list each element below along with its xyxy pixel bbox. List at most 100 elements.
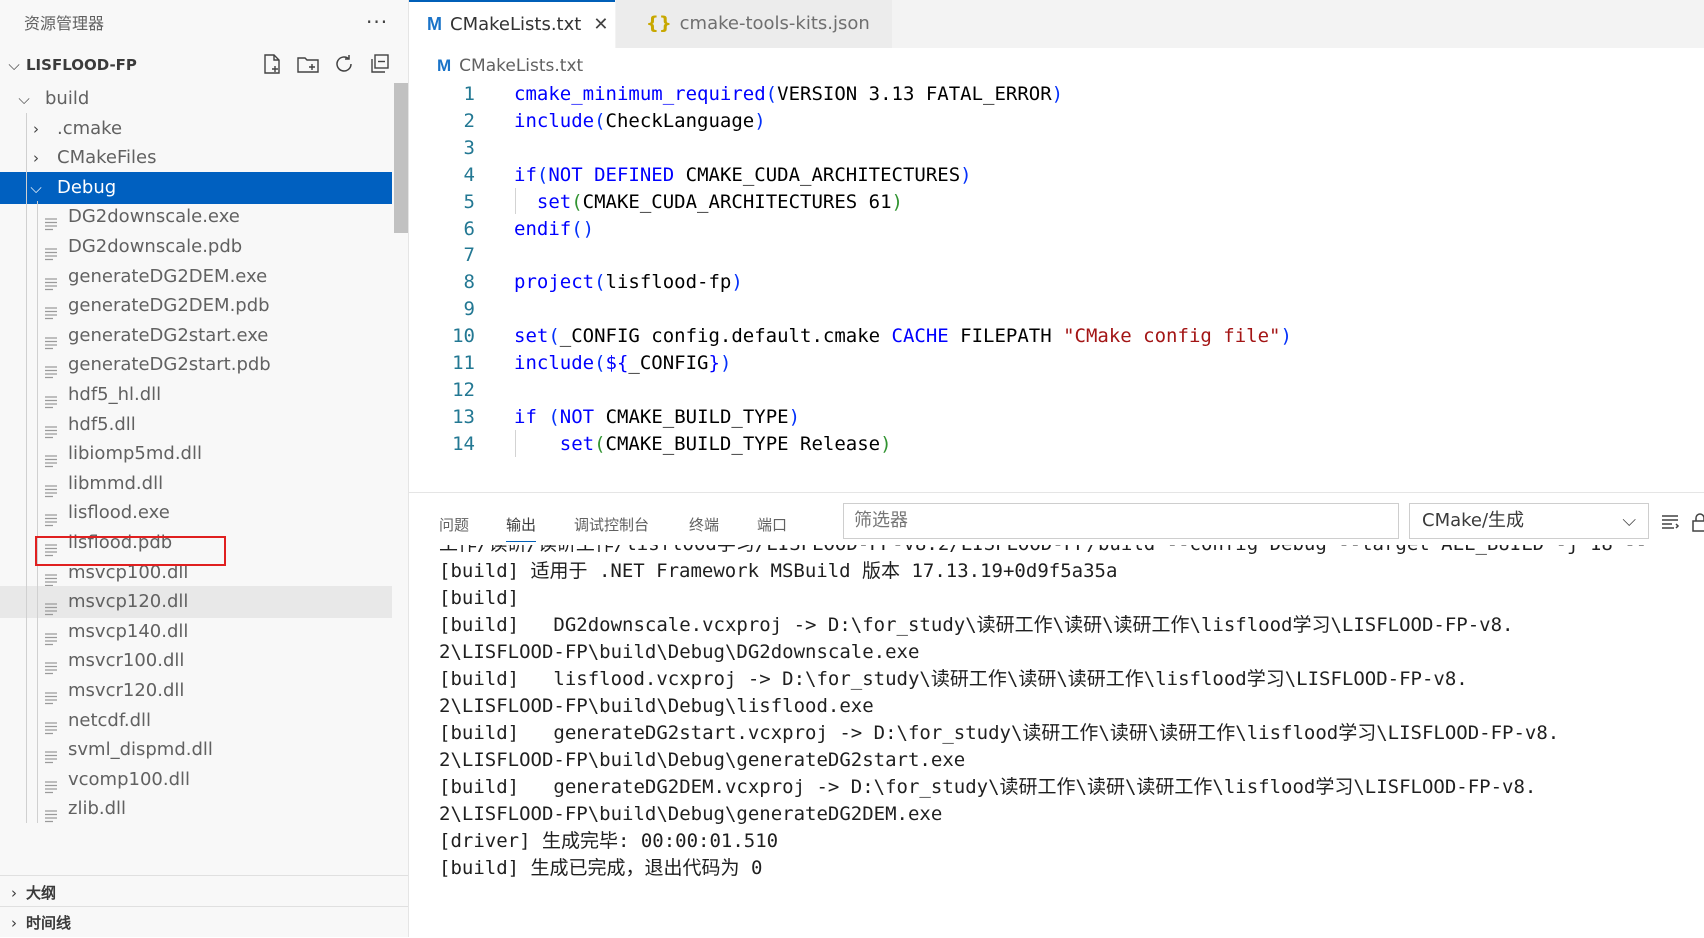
tree-item-label: svml_dispmd.dll — [68, 739, 213, 761]
sidebar-scrollbar[interactable] — [394, 83, 408, 233]
tree-item-label: msvcr100.dll — [68, 650, 185, 672]
cmake-file-icon: M — [437, 56, 452, 75]
outline-section-header[interactable]: › 大纲 — [0, 877, 408, 909]
new-file-icon[interactable] — [260, 52, 286, 78]
file-lines-icon — [44, 299, 58, 320]
tree-file-item[interactable]: lisflood.exe — [0, 497, 392, 529]
output-line: [build] lisflood.vcxproj -> D:\for_study… — [439, 668, 1468, 690]
tree-file-item[interactable]: zlib.dll — [0, 793, 392, 825]
line-number: 6 — [463, 217, 475, 240]
output-line: 2\LISFLOOD-FP\build\Debug\lisflood.exe — [439, 695, 874, 717]
code-line: 13 if (NOT CMAKE_BUILD_TYPE) — [409, 403, 1704, 432]
output-channel-select[interactable]: CMake/生成 ⌵ — [1409, 503, 1649, 539]
tree-file-item[interactable]: hdf5_hl.dll — [0, 379, 392, 411]
output-line: [build] 适用于 .NET Framework MSBuild 版本 17… — [439, 560, 1118, 582]
code-line: 6 endif() — [409, 215, 1704, 244]
file-lines-icon — [44, 506, 58, 527]
tab-label: CMakeLists.txt — [450, 14, 582, 35]
tree-item-label: generateDG2start.pdb — [68, 354, 271, 376]
file-lines-icon — [44, 743, 58, 764]
line-number: 7 — [463, 244, 475, 267]
code-editor[interactable]: 1 cmake_minimum_required(VERSION 3.13 FAT… — [409, 80, 1704, 492]
output-line: [driver] 生成完毕: 00:00:01.510 — [439, 830, 779, 852]
lock-icon[interactable] — [1689, 511, 1704, 533]
output-line: [build] 生成已完成，退出代码为 0 — [439, 857, 763, 879]
output-log: 工作/读研/读研工作/lisflood学习/LISFLOOD-FP-v8.2/L… — [439, 545, 1699, 935]
tree-file-item[interactable]: DG2downscale.exe — [0, 201, 392, 233]
chevron-down-icon: ⌵ — [1622, 510, 1636, 531]
output-line: 2\LISFLOOD-FP\build\Debug\generateDG2DEM… — [439, 803, 943, 825]
tree-folder-item[interactable]: ⌵ Debug — [0, 171, 392, 204]
tree-file-item[interactable]: hdf5.dll — [0, 409, 392, 441]
tree-item-label: generateDG2start.exe — [68, 324, 269, 346]
tab-output[interactable]: 输出 — [506, 509, 537, 542]
tab-ports[interactable]: 端口 — [757, 509, 787, 541]
tree-file-item[interactable]: svml_dispmd.dll — [0, 734, 392, 766]
highlight-box — [35, 536, 226, 566]
tree-file-item[interactable]: msvcp120.dll — [0, 586, 392, 619]
tree-file-item[interactable]: generateDG2DEM.pdb — [0, 290, 392, 322]
file-lines-icon — [44, 802, 58, 823]
code-line: 11 include(${_CONFIG}) — [409, 349, 1704, 378]
tree-file-item[interactable]: netcdf.dll — [0, 705, 392, 737]
timeline-section-header[interactable]: › 时间线 — [0, 907, 408, 937]
indent-guide — [37, 201, 38, 823]
tree-file-item[interactable]: generateDG2DEM.exe — [0, 261, 392, 293]
close-icon[interactable]: ✕ — [593, 14, 608, 35]
tree-item-label: hdf5.dll — [68, 413, 136, 435]
cmake-file-icon: M — [427, 14, 442, 34]
file-lines-icon — [44, 625, 58, 645]
tab-debug-console[interactable]: 调试控制台 — [574, 509, 649, 541]
divider — [0, 875, 408, 876]
tree-file-item[interactable]: vcomp100.dll — [0, 764, 392, 796]
bottom-panel: 问题 输出 调试控制台 终端 端口 筛选器 CMake/生成 ⌵ 工作/读研/读… — [409, 492, 1704, 938]
indent-guide — [515, 187, 516, 215]
tab-terminal[interactable]: 终端 — [689, 509, 719, 541]
file-lines-icon — [44, 358, 58, 379]
word-wrap-icon[interactable] — [1659, 511, 1681, 533]
tree-file-item[interactable]: generateDG2start.exe — [0, 320, 392, 352]
tree-file-item[interactable]: libmmd.dll — [0, 468, 392, 500]
breadcrumb-file: CMakeLists.txt — [459, 56, 584, 76]
breadcrumb[interactable]: M CMakeLists.txt — [437, 54, 583, 78]
output-line: [build] generateDG2start.vcxproj -> D:\f… — [439, 722, 1560, 744]
tree-file-item[interactable]: msvcr120.dll — [0, 675, 392, 707]
collapse-all-icon[interactable] — [368, 52, 394, 78]
tree-file-item[interactable]: DG2downscale.pdb — [0, 231, 392, 263]
tree-folder-item[interactable]: › .cmake — [0, 113, 392, 145]
file-lines-icon — [44, 566, 58, 586]
file-tree: ⌵ build › .cmake › CMakeFiles ⌵ Debug DG2downsca… — [0, 83, 392, 875]
new-folder-icon[interactable] — [296, 52, 322, 78]
tree-file-item[interactable]: libiomp5md.dll — [0, 438, 392, 470]
code-text: endif() — [514, 217, 595, 240]
filter-input[interactable]: 筛选器 — [843, 503, 1399, 539]
code-line: 3 — [409, 134, 1704, 163]
line-number: 10 — [452, 325, 475, 348]
indent-guide — [26, 112, 27, 823]
tree-folder-item[interactable]: › CMakeFiles — [0, 142, 392, 174]
code-line: 2 include(CheckLanguage) — [409, 107, 1704, 136]
tree-folder-item[interactable]: ⌵ build — [0, 83, 392, 115]
output-line: [build] DG2downscale.vcxproj -> D:\for_s… — [439, 614, 1514, 636]
code-line: 14 set(CMAKE_BUILD_TYPE Release) — [409, 430, 1704, 459]
code-line: 5 set(CMAKE_CUDA_ARCHITECTURES 61) — [409, 188, 1704, 217]
file-lines-icon — [44, 684, 58, 705]
tab-cmakelists[interactable]: M CMakeLists.txt ✕ — [409, 0, 615, 48]
tree-item-label: msvcp120.dll — [68, 591, 189, 613]
refresh-icon[interactable] — [332, 52, 358, 78]
tab-cmake-tools-kits[interactable]: {} cmake-tools-kits.json — [616, 0, 892, 48]
tab-problems[interactable]: 问题 — [439, 509, 469, 541]
file-lines-icon — [44, 270, 58, 290]
tree-file-item[interactable]: msvcp140.dll — [0, 616, 392, 648]
tree-item-label: libmmd.dll — [68, 472, 164, 494]
chevron-down-icon: ⌵ — [30, 178, 42, 197]
code-line: 8 project(lisflood-fp) — [409, 268, 1704, 297]
tree-file-item[interactable]: generateDG2start.pdb — [0, 349, 392, 381]
tree-file-item[interactable]: msvcr100.dll — [0, 645, 392, 677]
code-text: cmake_minimum_required(VERSION 3.13 FATA… — [514, 83, 1064, 105]
more-actions-icon[interactable]: ··· — [366, 10, 388, 34]
line-number: 13 — [452, 405, 475, 428]
line-number: 8 — [463, 271, 475, 294]
code-line: 10 set(_CONFIG config.default.cmake CACHE… — [409, 322, 1704, 351]
timeline-label: 时间线 — [26, 914, 72, 932]
